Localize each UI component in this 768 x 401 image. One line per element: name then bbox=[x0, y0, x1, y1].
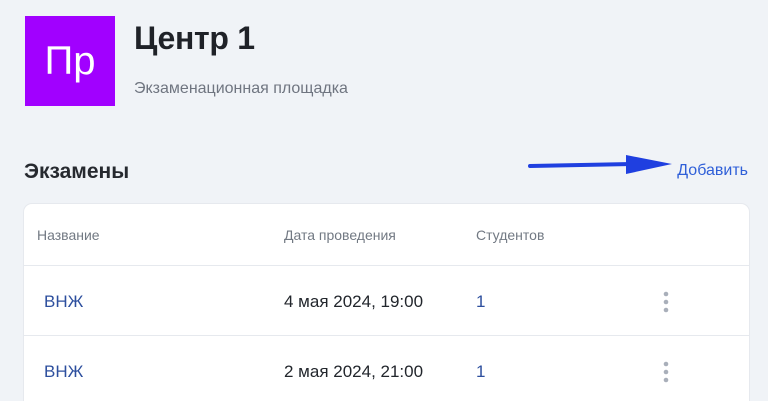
table-header: Название Дата проведения Студентов bbox=[24, 204, 749, 266]
exams-table: Название Дата проведения Студентов ВНЖ 4… bbox=[24, 204, 749, 401]
column-header-name: Название bbox=[37, 227, 100, 243]
add-exam-button[interactable]: Добавить bbox=[677, 162, 748, 180]
table-row: ВНЖ 4 мая 2024, 19:00 1 bbox=[24, 266, 749, 336]
student-count: 1 bbox=[476, 292, 486, 311]
page-title: Центр 1 bbox=[134, 20, 255, 56]
exam-date: 2 мая 2024, 21:00 bbox=[284, 362, 424, 381]
exam-name-link[interactable]: ВНЖ bbox=[44, 292, 83, 312]
exam-name-link[interactable]: ВНЖ bbox=[44, 362, 83, 382]
exam-date: 4 мая 2024, 19:00 bbox=[284, 292, 424, 311]
arrow-annotation-icon bbox=[528, 155, 672, 174]
kebab-menu-icon[interactable] bbox=[656, 290, 676, 314]
page-subtitle: Экзаменационная площадка bbox=[134, 80, 348, 97]
kebab-menu-icon[interactable] bbox=[656, 360, 676, 384]
exams-section-title: Экзамены bbox=[24, 160, 130, 183]
exam-center-page: Пр Центр 1 Экзаменационная площадка Экза… bbox=[0, 0, 768, 401]
column-header-date: Дата проведения bbox=[284, 227, 396, 243]
column-header-students: Студентов bbox=[476, 227, 545, 243]
table-row: ВНЖ 2 мая 2024, 21:00 1 bbox=[24, 336, 749, 401]
avatar-initials: Пр bbox=[44, 38, 96, 83]
student-count: 1 bbox=[476, 362, 486, 381]
avatar: Пр bbox=[25, 16, 115, 106]
